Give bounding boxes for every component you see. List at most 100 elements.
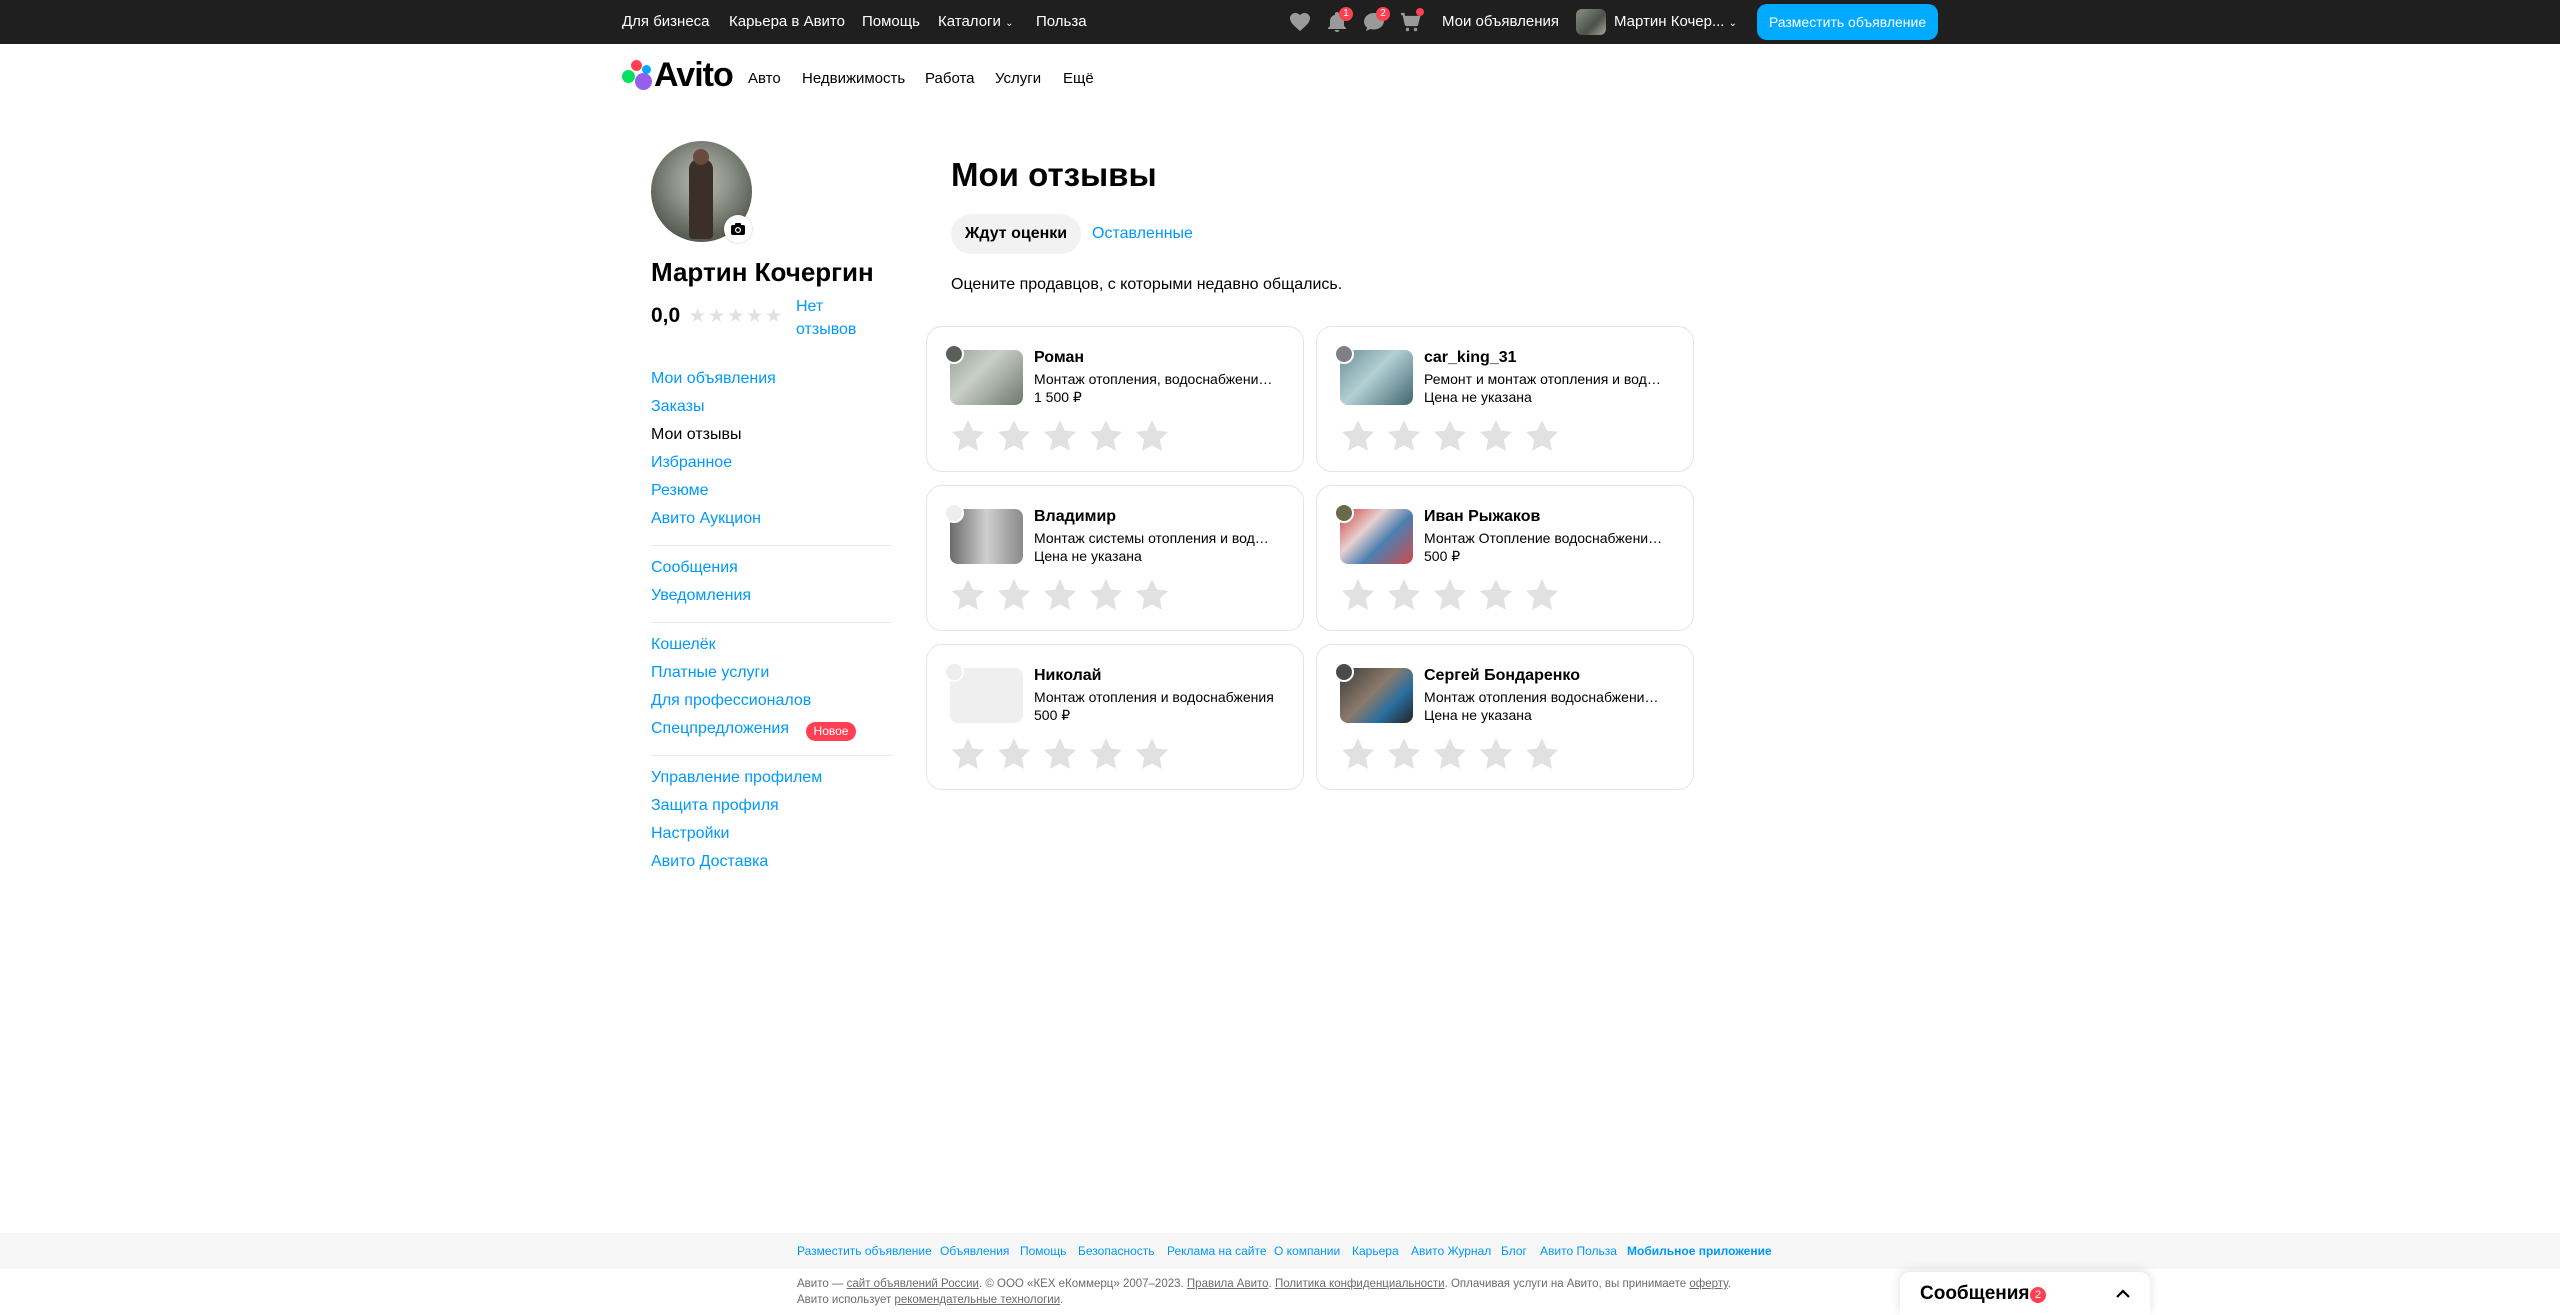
star-icon[interactable] [1476, 416, 1516, 456]
star-icon[interactable] [1384, 575, 1424, 615]
star-icon[interactable] [994, 575, 1034, 615]
footer-link-mobile-app[interactable]: Мобильное приложение [1627, 1244, 1772, 1258]
sidebar-item-auction[interactable]: Авито Аукцион [651, 510, 761, 528]
link-help[interactable]: Помощь [862, 0, 920, 44]
legal-link[interactable]: рекомендательные технологии [894, 1294, 1060, 1306]
footer-link[interactable]: Карьера [1352, 1244, 1399, 1258]
star-icon[interactable] [1430, 416, 1470, 456]
star-icon[interactable] [948, 575, 988, 615]
nav-services[interactable]: Услуги [995, 70, 1041, 87]
star-icon[interactable] [1384, 734, 1424, 774]
listing-title[interactable]: Монтаж системы отопления и водоснабжения [1034, 530, 1274, 546]
listing-title[interactable]: Монтаж отопления и водоснабжения [1034, 689, 1274, 705]
footer-link[interactable]: Реклама на сайте [1167, 1244, 1267, 1258]
review-card[interactable]: Роман Монтаж отопления, водоснабжения и … [926, 326, 1304, 472]
sidebar-item-profile-protection[interactable]: Защита профиля [651, 797, 779, 815]
seller-name[interactable]: Сергей Бондаренко [1424, 667, 1580, 685]
star-icon[interactable] [1040, 734, 1080, 774]
footer-link[interactable]: Безопасность [1078, 1244, 1155, 1258]
legal-link[interactable]: Правила Авито [1187, 1278, 1269, 1290]
footer-link[interactable]: Авито Журнал [1411, 1244, 1491, 1258]
sidebar-item-for-pros[interactable]: Для профессионалов [651, 692, 811, 710]
no-reviews-link[interactable]: Нет отзывов [796, 295, 876, 341]
legal-link[interactable]: Политика конфиденциальности [1275, 1278, 1445, 1290]
sidebar-item-special-offers[interactable]: Спецпредложения [651, 720, 789, 738]
sidebar-item-wallet[interactable]: Кошелёк [651, 636, 716, 654]
tab-awaiting[interactable]: Ждут оценки [951, 214, 1081, 254]
star-icon[interactable] [1522, 575, 1562, 615]
my-ads-link[interactable]: Мои объявления [1442, 0, 1559, 44]
user-menu[interactable]: Мартин Кочер... ⌄ [1614, 0, 1737, 44]
seller-name[interactable]: car_king_31 [1424, 349, 1517, 367]
star-icon[interactable] [1040, 416, 1080, 456]
sidebar-item-resume[interactable]: Резюме [651, 482, 709, 500]
star-icon[interactable] [1040, 575, 1080, 615]
star-icon[interactable] [1476, 734, 1516, 774]
nav-more[interactable]: Ещё [1063, 70, 1094, 87]
star-icon[interactable] [1086, 575, 1126, 615]
footer-link[interactable]: Авито Польза [1540, 1244, 1617, 1258]
nav-realty[interactable]: Недвижимость [802, 70, 905, 87]
sidebar-item-notifications[interactable]: Уведомления [651, 587, 751, 605]
messenger-panel[interactable]: Сообщения 2 [1900, 1272, 2150, 1315]
star-icon[interactable] [1132, 416, 1172, 456]
sidebar-item-my-ads[interactable]: Мои объявления [651, 370, 776, 388]
footer-link[interactable]: Разместить объявление [797, 1244, 932, 1258]
star-icon[interactable] [1132, 734, 1172, 774]
sidebar-item-delivery[interactable]: Авито Доставка [651, 853, 768, 871]
seller-name[interactable]: Владимир [1034, 508, 1116, 526]
star-icon[interactable] [994, 734, 1034, 774]
star-icon[interactable] [994, 416, 1034, 456]
seller-name[interactable]: Николай [1034, 667, 1101, 685]
listing-title[interactable]: Монтаж отопления, водоснабжения и канали… [1034, 371, 1274, 387]
footer-link[interactable]: О компании [1274, 1244, 1340, 1258]
star-icon[interactable] [948, 734, 988, 774]
review-card[interactable]: car_king_31 Ремонт и монтаж отопления и … [1316, 326, 1694, 472]
star-icon[interactable] [1338, 734, 1378, 774]
legal-link[interactable]: оферту [1689, 1278, 1727, 1290]
seller-name[interactable]: Роман [1034, 349, 1084, 367]
sidebar-item-profile-management[interactable]: Управление профилем [651, 769, 822, 787]
nav-auto[interactable]: Авто [748, 70, 781, 87]
sidebar-item-my-reviews[interactable]: Мои отзывы [651, 426, 742, 444]
heart-icon[interactable] [1288, 10, 1312, 34]
star-icon[interactable] [1476, 575, 1516, 615]
listing-title[interactable]: Монтаж Отопление водоснабжение канализац… [1424, 530, 1664, 546]
star-icon[interactable] [1338, 416, 1378, 456]
chevron-up-icon[interactable] [2114, 1285, 2132, 1308]
star-icon[interactable] [1522, 416, 1562, 456]
sidebar-item-settings[interactable]: Настройки [651, 825, 729, 843]
review-card[interactable]: Николай Монтаж отопления и водоснабжения… [926, 644, 1304, 790]
link-career[interactable]: Карьера в Авито [729, 0, 845, 44]
seller-name[interactable]: Иван Рыжаков [1424, 508, 1540, 526]
star-icon[interactable] [1430, 734, 1470, 774]
footer-link[interactable]: Блог [1501, 1244, 1527, 1258]
sidebar-item-messages[interactable]: Сообщения [651, 559, 738, 577]
legal-link[interactable]: сайт объявлений России [847, 1278, 979, 1290]
listing-title[interactable]: Ремонт и монтаж отопления и водоснабжени… [1424, 371, 1664, 387]
sidebar-item-paid-services[interactable]: Платные услуги [651, 664, 769, 682]
review-card[interactable]: Владимир Монтаж системы отопления и водо… [926, 485, 1304, 631]
star-icon[interactable] [1086, 734, 1126, 774]
review-card[interactable]: Сергей Бондаренко Монтаж отопления водос… [1316, 644, 1694, 790]
tab-left[interactable]: Оставленные [1092, 214, 1193, 254]
camera-icon[interactable] [724, 215, 752, 243]
link-polza[interactable]: Польза [1036, 0, 1087, 44]
user-avatar[interactable] [1576, 9, 1606, 35]
listing-title[interactable]: Монтаж отопления водоснабжения канализац… [1424, 689, 1664, 705]
post-ad-button[interactable]: Разместить объявление [1757, 4, 1938, 40]
star-icon[interactable] [1430, 575, 1470, 615]
sidebar-item-orders[interactable]: Заказы [651, 398, 704, 416]
nav-jobs[interactable]: Работа [925, 70, 975, 87]
sidebar-item-favorites[interactable]: Избранное [651, 454, 732, 472]
footer-link[interactable]: Объявления [940, 1244, 1009, 1258]
star-icon[interactable] [948, 416, 988, 456]
link-for-business[interactable]: Для бизнеса [622, 0, 710, 44]
star-icon[interactable] [1086, 416, 1126, 456]
star-icon[interactable] [1132, 575, 1172, 615]
review-card[interactable]: Иван Рыжаков Монтаж Отопление водоснабже… [1316, 485, 1694, 631]
link-catalogs[interactable]: Каталоги ⌄ [938, 0, 1013, 44]
footer-link[interactable]: Помощь [1020, 1244, 1066, 1258]
star-icon[interactable] [1338, 575, 1378, 615]
star-icon[interactable] [1522, 734, 1562, 774]
